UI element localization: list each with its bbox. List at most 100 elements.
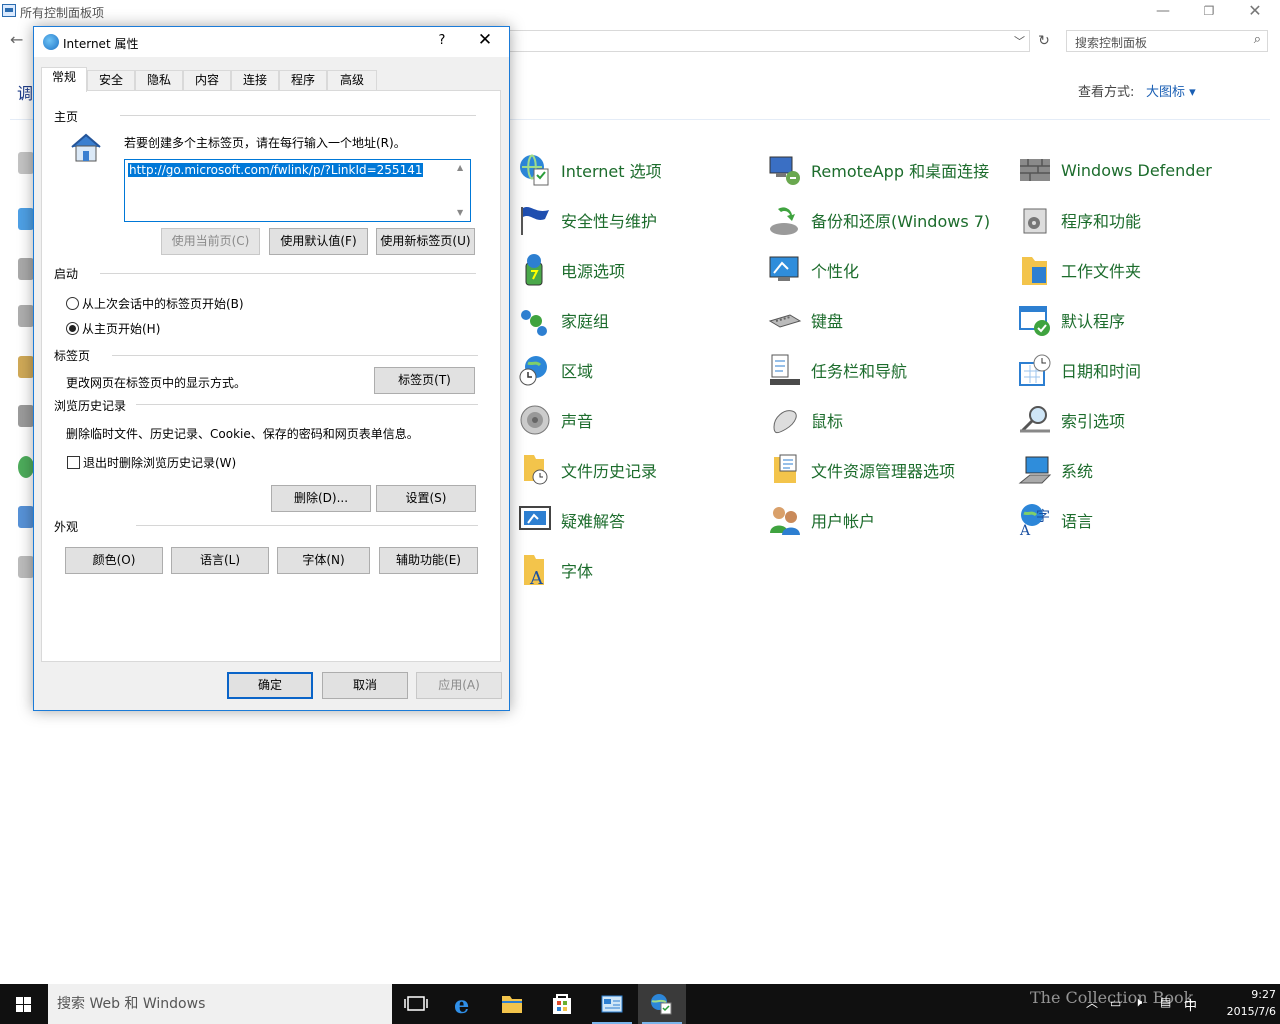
store-icon[interactable]: [538, 984, 586, 1024]
cp-item-file-history[interactable]: 文件历史记录: [518, 452, 657, 488]
partial-item-icon[interactable]: [18, 456, 34, 478]
radio-button[interactable]: [66, 297, 79, 310]
textarea-scrollbar[interactable]: ▲ ▼: [453, 160, 470, 221]
control-panel-taskbar-icon[interactable]: [588, 984, 636, 1024]
minimize-button[interactable]: —: [1140, 0, 1186, 24]
internet-properties-taskbar-icon[interactable]: [638, 984, 686, 1024]
tab-security[interactable]: 安全: [87, 70, 135, 91]
cp-item-user-accounts[interactable]: 用户帐户: [768, 502, 875, 538]
cp-item-defender[interactable]: Windows Defender: [1018, 152, 1212, 188]
delete-history-on-exit-checkbox[interactable]: 退出时删除浏览历史记录(W): [67, 454, 236, 471]
colors-button[interactable]: 颜色(O): [65, 547, 163, 574]
apply-button[interactable]: 应用(A): [416, 672, 502, 699]
radio-label: 从上次会话中的标签页开始(B): [82, 297, 244, 311]
svg-text:e: e: [454, 990, 469, 1019]
search-input[interactable]: 搜索控制面板 ⌕: [1066, 30, 1268, 52]
partial-item-icon[interactable]: [18, 258, 34, 280]
user-accounts-icon: [768, 503, 802, 537]
cp-item-system[interactable]: 系统: [1018, 452, 1093, 488]
use-new-tab-button[interactable]: 使用新标签页(U): [376, 228, 475, 255]
cp-item-datetime[interactable]: 日期和时间: [1018, 352, 1141, 388]
cp-item-troubleshoot[interactable]: 疑难解答: [518, 502, 625, 538]
delete-history-button[interactable]: 删除(D)...: [271, 485, 371, 512]
checkbox-box[interactable]: [67, 456, 80, 469]
cp-item-internet-options[interactable]: Internet 选项: [518, 152, 662, 188]
accessibility-button[interactable]: 辅助功能(E): [379, 547, 478, 574]
cp-item-sound[interactable]: 声音: [518, 402, 593, 438]
history-description: 删除临时文件、历史记录、Cookie、保存的密码和网页表单信息。: [66, 427, 419, 441]
cp-item-taskbar[interactable]: 任务栏和导航: [768, 352, 907, 388]
cp-item-remoteapp[interactable]: RemoteApp 和桌面连接: [768, 152, 989, 188]
group-divider: [112, 355, 478, 356]
dialog-close-button[interactable]: ✕: [474, 30, 496, 50]
cp-item-security[interactable]: 安全性与维护: [518, 202, 657, 238]
tab-content[interactable]: 内容: [183, 70, 231, 91]
cp-item-explorer-options[interactable]: 文件资源管理器选项: [768, 452, 955, 488]
task-view-button[interactable]: [392, 984, 440, 1024]
partial-item-icon[interactable]: [18, 152, 34, 174]
cancel-button[interactable]: 取消: [322, 672, 408, 699]
address-bar[interactable]: ﹀: [508, 30, 1030, 52]
close-window-button[interactable]: ✕: [1232, 0, 1278, 24]
partial-item-icon[interactable]: [18, 305, 34, 327]
cp-item-region[interactable]: 区域: [518, 352, 593, 388]
view-by-dropdown[interactable]: 大图标 ▾: [1146, 81, 1196, 100]
cp-item-backup[interactable]: 备份和还原(Windows 7): [768, 202, 990, 238]
history-group-label: 浏览历史记录: [54, 399, 127, 413]
languages-button[interactable]: 语言(L): [171, 547, 269, 574]
cp-item-personalize[interactable]: 个性化: [768, 252, 859, 288]
refresh-icon[interactable]: ↻: [1034, 30, 1054, 52]
radio-start-homepage[interactable]: 从主页开始(H): [66, 320, 160, 337]
maximize-button[interactable]: ❐: [1186, 0, 1232, 24]
cp-item-default-programs[interactable]: 默认程序: [1018, 302, 1125, 338]
cp-item-label: 鼠标: [811, 412, 844, 431]
radio-button-selected[interactable]: [66, 322, 79, 335]
tabs-settings-button[interactable]: 标签页(T): [374, 367, 475, 394]
radio-start-last-session[interactable]: 从上次会话中的标签页开始(B): [66, 295, 244, 312]
partial-item-icon[interactable]: [18, 506, 34, 528]
tab-privacy[interactable]: 隐私: [135, 70, 183, 91]
cp-item-power[interactable]: 电源选项: [518, 252, 625, 288]
cp-item-label: Windows Defender: [1061, 160, 1212, 180]
file-explorer-icon[interactable]: [488, 984, 536, 1024]
tab-general[interactable]: 常规: [41, 67, 87, 92]
tab-programs[interactable]: 程序: [279, 70, 327, 91]
cp-item-keyboard[interactable]: 键盘: [768, 302, 843, 338]
history-settings-button[interactable]: 设置(S): [376, 485, 476, 512]
partial-item-icon[interactable]: [18, 405, 34, 427]
homepage-url-textarea[interactable]: http://go.microsoft.com/fwlink/p/?LinkId…: [124, 159, 471, 222]
scroll-down-icon[interactable]: ▼: [457, 208, 463, 217]
clock-date[interactable]: 2015/7/6: [1208, 1005, 1276, 1018]
cp-item-language[interactable]: A字 语言: [1018, 502, 1093, 539]
ok-button[interactable]: 确定: [227, 672, 313, 699]
cp-item-indexing[interactable]: 索引选项: [1018, 402, 1125, 438]
personalize-icon: [768, 253, 802, 287]
appearance-group-label: 外观: [54, 520, 79, 534]
partial-item-icon[interactable]: [18, 356, 34, 378]
edge-browser-icon[interactable]: e: [440, 984, 488, 1024]
tab-connections[interactable]: 连接: [231, 70, 279, 91]
use-current-button[interactable]: 使用当前页(C): [161, 228, 260, 255]
cp-item-mouse[interactable]: 鼠标: [768, 402, 843, 438]
tab-advanced[interactable]: 高级: [327, 70, 377, 91]
search-icon[interactable]: ⌕: [1254, 32, 1261, 47]
svg-text:字: 字: [1036, 509, 1050, 525]
help-button[interactable]: ?: [434, 33, 450, 48]
back-arrow-icon[interactable]: ←: [10, 30, 23, 49]
cp-item-fonts[interactable]: A 字体: [518, 552, 594, 589]
taskbar-search-box[interactable]: 搜索 Web 和 Windows: [48, 984, 392, 1024]
cp-item-label: 字体: [561, 562, 594, 581]
fonts-button[interactable]: 字体(N): [277, 547, 370, 574]
cp-item-programs[interactable]: 程序和功能: [1018, 202, 1141, 238]
cp-item-homegroup[interactable]: 家庭组: [518, 302, 609, 338]
use-default-button[interactable]: 使用默认值(F): [269, 228, 368, 255]
chevron-down-icon[interactable]: ﹀: [1014, 33, 1025, 49]
cp-item-work-folders[interactable]: 工作文件夹: [1018, 252, 1141, 288]
clock-time[interactable]: 9:27: [1226, 988, 1276, 1001]
scroll-up-icon[interactable]: ▲: [457, 163, 463, 172]
cp-item-label: 区域: [561, 362, 594, 381]
start-button[interactable]: [0, 984, 48, 1024]
partial-item-icon[interactable]: [18, 556, 34, 578]
language-icon: A字: [1018, 503, 1052, 539]
partial-item-icon[interactable]: [18, 208, 34, 230]
